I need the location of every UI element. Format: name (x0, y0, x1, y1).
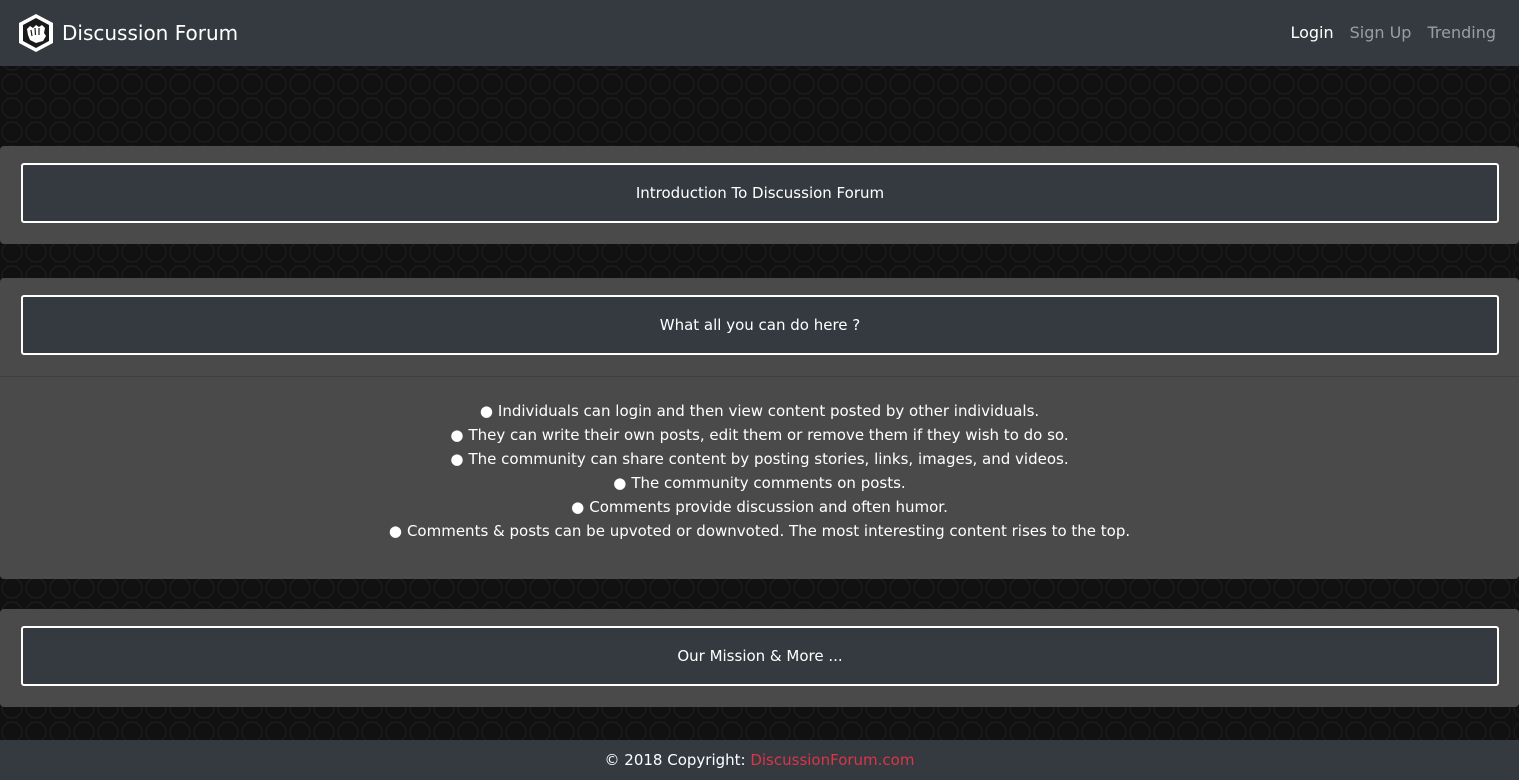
nav-links: Login Sign Up Trending (1290, 23, 1496, 42)
nav-trending-link[interactable]: Trending (1427, 23, 1496, 42)
list-item-text: Individuals can login and then view cont… (497, 402, 1040, 420)
bullet-icon: ● (613, 474, 627, 492)
intro-toggle-button[interactable]: Introduction To Discussion Forum (21, 163, 1499, 223)
list-item-text: They can write their own posts, edit the… (468, 426, 1069, 444)
nav-login-link[interactable]: Login (1290, 23, 1333, 42)
features-card: What all you can do here ? ● Individuals … (0, 278, 1519, 579)
mission-card: Our Mission & More ... (0, 609, 1519, 707)
list-item-text: Comments provide discussion and often hu… (589, 498, 948, 516)
list-item-text: The community comments on posts. (631, 474, 906, 492)
bullet-icon: ● (450, 426, 464, 444)
list-item: ● The community comments on posts. (0, 471, 1519, 495)
footer: © 2018 Copyright: DiscussionForum.com (0, 740, 1519, 780)
mission-toggle-button[interactable]: Our Mission & More ... (21, 626, 1499, 686)
list-item-text: The community can share content by posti… (468, 450, 1069, 468)
nav-signup-link[interactable]: Sign Up (1350, 23, 1412, 42)
features-card-header: What all you can do here ? (0, 278, 1519, 376)
footer-copyright: © 2018 Copyright: (604, 751, 751, 769)
intro-card: Introduction To Discussion Forum (0, 146, 1519, 244)
features-toggle-button[interactable]: What all you can do here ? (21, 295, 1499, 355)
list-item: ● Comments & posts can be upvoted or down… (0, 519, 1519, 543)
navbar: Discussion Forum Login Sign Up Trending (0, 0, 1519, 66)
intro-card-header: Introduction To Discussion Forum (0, 146, 1519, 244)
list-item: ● They can write their own posts, edit th… (0, 423, 1519, 447)
bullet-icon: ● (571, 498, 585, 516)
bullet-icon: ● (450, 450, 464, 468)
list-item-text: Comments & posts can be upvoted or downv… (406, 522, 1131, 540)
list-item: ● Comments provide discussion and often h… (0, 495, 1519, 519)
list-item: ● The community can share content by post… (0, 447, 1519, 471)
bullet-icon: ● (388, 522, 402, 540)
bullet-icon: ● (479, 402, 493, 420)
fist-logo-icon (19, 14, 53, 52)
brand-name: Discussion Forum (62, 21, 239, 45)
mission-card-header: Our Mission & More ... (0, 609, 1519, 707)
features-list: ● Individuals can login and then view con… (0, 376, 1519, 579)
list-item: ● Individuals can login and then view con… (0, 399, 1519, 423)
brand[interactable]: Discussion Forum (16, 12, 238, 54)
footer-site-link[interactable]: DiscussionForum.com (750, 751, 914, 769)
